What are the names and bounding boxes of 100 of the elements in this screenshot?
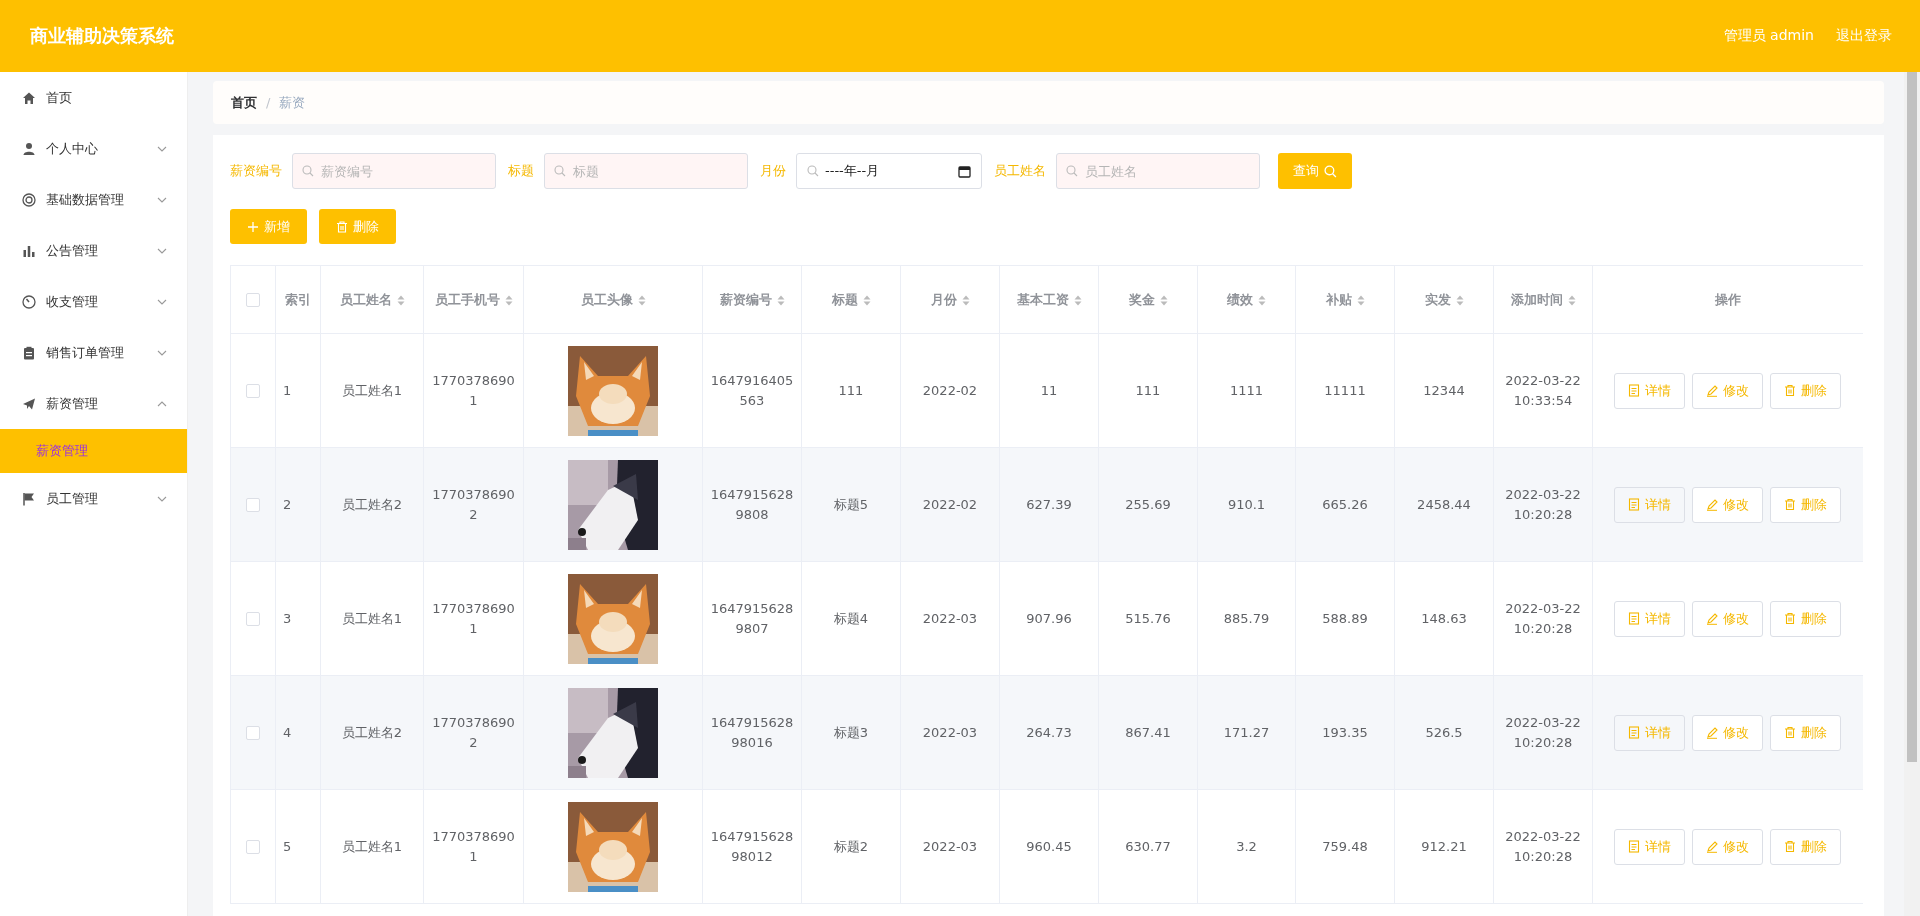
column-header[interactable]: 员工姓名 bbox=[320, 265, 424, 334]
row-checkbox[interactable] bbox=[246, 840, 260, 855]
row-checkbox[interactable] bbox=[246, 612, 260, 627]
row-checkbox[interactable] bbox=[246, 726, 260, 741]
table-cell: 885.79 bbox=[1197, 561, 1296, 676]
column-header[interactable]: 添加时间 bbox=[1493, 265, 1593, 334]
phone-cell: 17703786901 bbox=[423, 333, 524, 448]
pencil-icon bbox=[1706, 840, 1719, 853]
column-header[interactable]: 员工手机号 bbox=[423, 265, 524, 334]
details-button[interactable]: 详情 bbox=[1614, 486, 1686, 523]
table-cell: 111 bbox=[1098, 333, 1198, 448]
column-header[interactable]: 实发 bbox=[1394, 265, 1494, 334]
calendar-icon[interactable] bbox=[958, 164, 971, 178]
table-cell: 264.73 bbox=[999, 675, 1099, 790]
menu-item[interactable]: 公告管理 bbox=[0, 225, 187, 276]
gauge-icon bbox=[22, 294, 36, 309]
sort-icon[interactable] bbox=[862, 294, 871, 306]
edit-button[interactable]: 修改 bbox=[1692, 486, 1764, 523]
table-cell: 标题4 bbox=[801, 561, 901, 676]
table-cell: 588.89 bbox=[1295, 561, 1395, 676]
sort-icon[interactable] bbox=[1567, 294, 1576, 306]
delete-button[interactable]: 删除 bbox=[1770, 372, 1842, 409]
logout-link[interactable]: 退出登录 bbox=[1836, 27, 1892, 45]
bar-chart-icon bbox=[22, 243, 36, 258]
time-cell: 2022-03-22 10:20:28 bbox=[1493, 561, 1593, 676]
submenu-item[interactable]: 薪资管理 bbox=[0, 429, 187, 473]
table-cell: 3.2 bbox=[1197, 789, 1296, 904]
phone-cell: 17703786902 bbox=[423, 675, 524, 790]
add-button[interactable]: 新增 bbox=[230, 209, 307, 244]
search-field[interactable]: 薪资编号 bbox=[292, 153, 496, 189]
column-header[interactable]: 奖金 bbox=[1098, 265, 1198, 334]
search-button[interactable]: 查询 bbox=[1278, 153, 1352, 189]
column-header[interactable]: 标题 bbox=[801, 265, 901, 334]
column-header[interactable]: 薪资编号 bbox=[702, 265, 802, 334]
sort-icon[interactable] bbox=[1159, 294, 1168, 306]
trash-icon bbox=[1784, 840, 1797, 853]
details-button[interactable]: 详情 bbox=[1614, 372, 1686, 409]
row-checkbox[interactable] bbox=[246, 384, 260, 399]
delete-button[interactable]: 删除 bbox=[1770, 828, 1842, 865]
column-header[interactable]: 月份 bbox=[900, 265, 1000, 334]
details-button[interactable]: 详情 bbox=[1614, 714, 1686, 751]
table-cell: 193.35 bbox=[1295, 675, 1395, 790]
edit-button[interactable]: 修改 bbox=[1692, 714, 1764, 751]
search-field[interactable]: 员工姓名 bbox=[1056, 153, 1260, 189]
plus-icon bbox=[247, 220, 259, 233]
edit-button[interactable]: 修改 bbox=[1692, 828, 1764, 865]
menu-item[interactable]: 薪资管理 bbox=[0, 378, 187, 429]
document-icon bbox=[1628, 840, 1641, 853]
time-cell: 2022-03-22 10:33:54 bbox=[1493, 333, 1593, 448]
table-cell: 4 bbox=[275, 675, 321, 790]
column-header: 操作 bbox=[1592, 265, 1863, 334]
column-header[interactable]: 基本工资 bbox=[999, 265, 1099, 334]
select-all-checkbox[interactable] bbox=[246, 293, 260, 308]
breadcrumb-item[interactable]: 首页 bbox=[231, 93, 257, 112]
table-cell: 2458.44 bbox=[1394, 447, 1494, 562]
document-icon bbox=[1628, 498, 1641, 511]
sort-icon[interactable] bbox=[961, 294, 970, 306]
search-icon bbox=[807, 165, 819, 177]
sort-icon[interactable] bbox=[504, 294, 513, 306]
column-header[interactable]: 员工头像 bbox=[523, 265, 703, 334]
column-header[interactable]: 补贴 bbox=[1295, 265, 1395, 334]
table-cell: 759.48 bbox=[1295, 789, 1395, 904]
month-field[interactable]: ----年--月 bbox=[796, 153, 982, 189]
search-field[interactable]: 标题 bbox=[544, 153, 748, 189]
sort-icon[interactable] bbox=[1455, 294, 1464, 306]
delete-button[interactable]: 删除 bbox=[1770, 600, 1842, 637]
menu-item[interactable]: 销售订单管理 bbox=[0, 327, 187, 378]
ring-icon bbox=[22, 192, 36, 207]
menu-item[interactable]: 收支管理 bbox=[0, 276, 187, 327]
delete-button[interactable]: 删除 bbox=[1770, 486, 1842, 523]
menu-item[interactable]: 首页 bbox=[0, 72, 187, 123]
app-title: 商业辅助决策系统 bbox=[30, 24, 174, 48]
table-cell: 2022-02 bbox=[900, 447, 1000, 562]
table-cell: 515.76 bbox=[1098, 561, 1198, 676]
breadcrumb-item: 薪资 bbox=[279, 93, 306, 112]
menu-item[interactable]: 基础数据管理 bbox=[0, 174, 187, 225]
sort-icon[interactable] bbox=[1258, 294, 1266, 306]
column-header[interactable]: 绩效 bbox=[1197, 265, 1296, 334]
details-button[interactable]: 详情 bbox=[1614, 600, 1686, 637]
phone-cell: 17703786901 bbox=[423, 789, 524, 904]
sort-icon[interactable] bbox=[396, 294, 405, 306]
edit-button[interactable]: 修改 bbox=[1692, 372, 1764, 409]
sort-icon[interactable] bbox=[637, 294, 646, 306]
table-cell: 627.39 bbox=[999, 447, 1099, 562]
row-checkbox[interactable] bbox=[246, 498, 260, 513]
sort-icon[interactable] bbox=[776, 294, 785, 306]
table-cell: 867.41 bbox=[1098, 675, 1198, 790]
id-cell: 1647916405563 bbox=[702, 333, 802, 448]
delete-button[interactable]: 删除 bbox=[1770, 714, 1842, 751]
field-label: 薪资编号 bbox=[230, 162, 282, 180]
phone-cell: 17703786902 bbox=[423, 447, 524, 562]
sort-icon[interactable] bbox=[1356, 294, 1365, 306]
details-button[interactable]: 详情 bbox=[1614, 828, 1686, 865]
sort-icon[interactable] bbox=[1073, 294, 1082, 306]
menu-item[interactable]: 个人中心 bbox=[0, 123, 187, 174]
delete-button[interactable]: 删除 bbox=[319, 209, 396, 244]
menu-item[interactable]: 员工管理 bbox=[0, 473, 187, 524]
scrollbar[interactable] bbox=[1904, 72, 1920, 916]
edit-button[interactable]: 修改 bbox=[1692, 600, 1764, 637]
table-cell: 2022-03 bbox=[900, 675, 1000, 790]
